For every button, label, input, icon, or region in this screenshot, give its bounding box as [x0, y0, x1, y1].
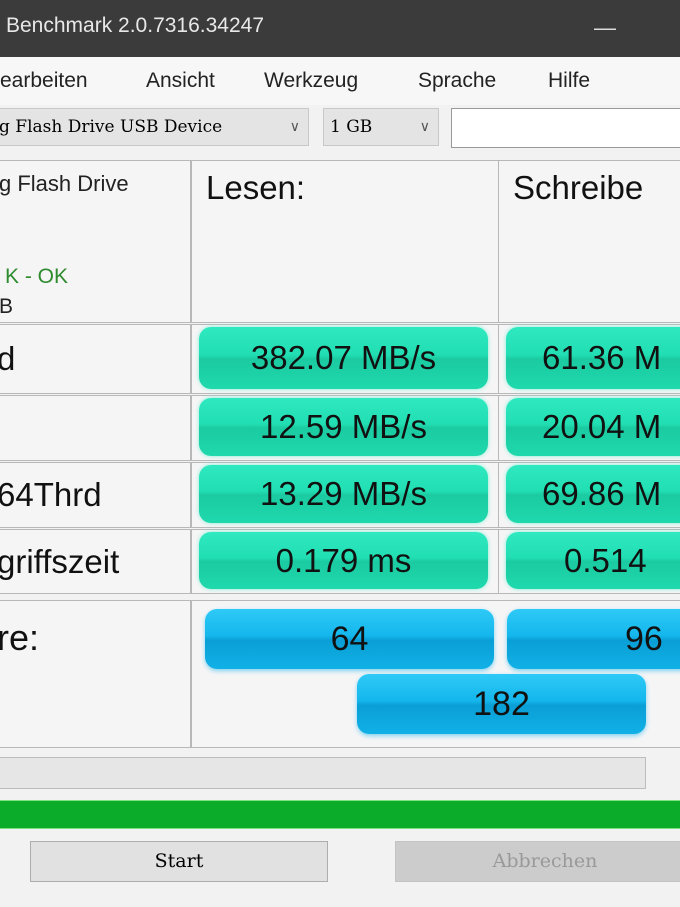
score-write: 96 — [507, 609, 680, 669]
read-result: 12.59 MB/s — [199, 398, 488, 456]
read-result: 0.179 ms — [199, 532, 488, 589]
row-label-cell: d — [0, 324, 191, 394]
size-select[interactable]: 1 GB ∨ — [323, 108, 439, 146]
chevron-down-icon: ∨ — [289, 119, 300, 135]
write-result: 61.36 M — [506, 327, 680, 389]
status-bar-fill — [0, 801, 680, 828]
score-total: 182 — [357, 674, 646, 734]
cancel-button[interactable]: Abbrechen — [395, 841, 680, 882]
drive-select[interactable]: g Flash Drive USB Device ∨ — [0, 108, 309, 146]
write-result: 0.514 — [506, 532, 680, 589]
status-bar — [0, 800, 680, 829]
write-title: Schreibe — [513, 169, 644, 206]
window-title: Benchmark 2.0.7316.34247 — [6, 14, 265, 37]
row-label-cell: 64Thrd — [0, 462, 191, 528]
progress-bar — [0, 757, 646, 789]
minimize-icon[interactable]: — — [585, 8, 625, 48]
read-result: 13.29 MB/s — [199, 465, 488, 523]
menu-werkzeug[interactable]: Werkzeug — [264, 69, 358, 93]
write-result: 69.86 M — [506, 465, 680, 523]
menu-bar: earbeiten Ansicht Werkzeug Sprache Hilfe — [0, 57, 680, 105]
read-header: Lesen: — [191, 160, 499, 323]
drive-status: K - OK — [5, 265, 69, 288]
score-label-cell: re: — [0, 600, 191, 748]
chevron-down-icon: ∨ — [419, 119, 430, 135]
score-read: 64 — [205, 609, 494, 669]
menu-sprache[interactable]: Sprache — [418, 69, 496, 93]
score-label: re: — [0, 617, 40, 658]
row-label: d — [0, 340, 15, 378]
read-result: 382.07 MB/s — [199, 327, 488, 389]
read-title: Lesen: — [206, 169, 306, 206]
menu-ansicht[interactable]: Ansicht — [146, 69, 215, 93]
write-header: Schreibe — [498, 160, 680, 323]
write-result: 20.04 M — [506, 398, 680, 456]
drive-size: B — [0, 295, 14, 318]
text-field[interactable] — [451, 108, 680, 148]
size-select-value: 1 GB — [330, 117, 373, 137]
start-button[interactable]: Start — [30, 841, 328, 882]
row-label-cell — [0, 395, 191, 461]
row-label: griffszeit — [0, 542, 120, 580]
drive-select-value: g Flash Drive USB Device — [0, 117, 223, 137]
drive-name: g Flash Drive — [0, 171, 129, 196]
menu-bearbeiten[interactable]: earbeiten — [0, 69, 88, 93]
title-bar: Benchmark 2.0.7316.34247 — — [0, 0, 680, 57]
row-label: 64Thrd — [0, 476, 102, 513]
row-label-cell: griffszeit — [0, 529, 191, 594]
menu-hilfe[interactable]: Hilfe — [548, 69, 590, 93]
drive-info-panel: g Flash Drive K - OK B — [0, 160, 191, 323]
